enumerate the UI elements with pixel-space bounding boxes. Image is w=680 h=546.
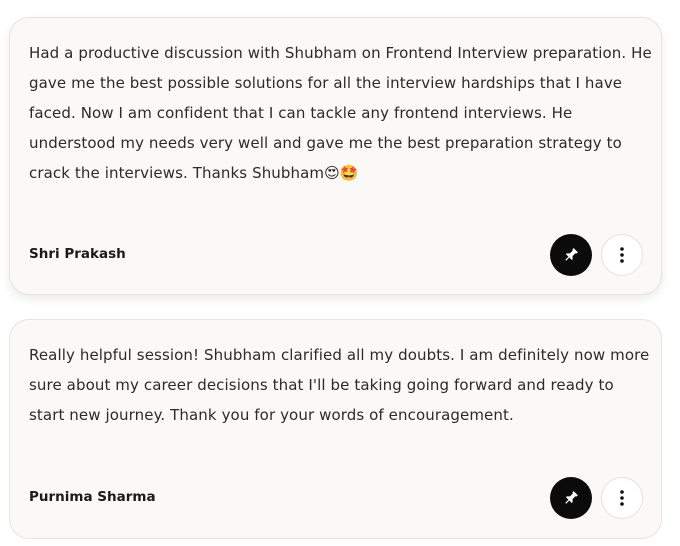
- pin-button[interactable]: [550, 234, 592, 276]
- testimonial-card: Had a productive discussion with Shubham…: [9, 17, 662, 295]
- testimonial-text: Had a productive discussion with Shubham…: [29, 44, 652, 182]
- pin-icon: [562, 246, 580, 264]
- more-options-button[interactable]: [601, 234, 643, 276]
- testimonial-author: Purnima Sharma: [29, 489, 156, 505]
- pin-button[interactable]: [550, 477, 592, 519]
- more-vertical-icon: [619, 246, 625, 264]
- more-options-button[interactable]: [601, 477, 643, 519]
- testimonial-text: Really helpful session! Shubham clarifie…: [29, 346, 650, 424]
- testimonial-author: Shri Prakash: [29, 246, 126, 262]
- testimonial-card: Really helpful session! Shubham clarifie…: [9, 319, 662, 539]
- pin-icon: [562, 489, 580, 507]
- more-vertical-icon: [619, 489, 625, 507]
- testimonial-list: Had a productive discussion with Shubham…: [0, 0, 680, 546]
